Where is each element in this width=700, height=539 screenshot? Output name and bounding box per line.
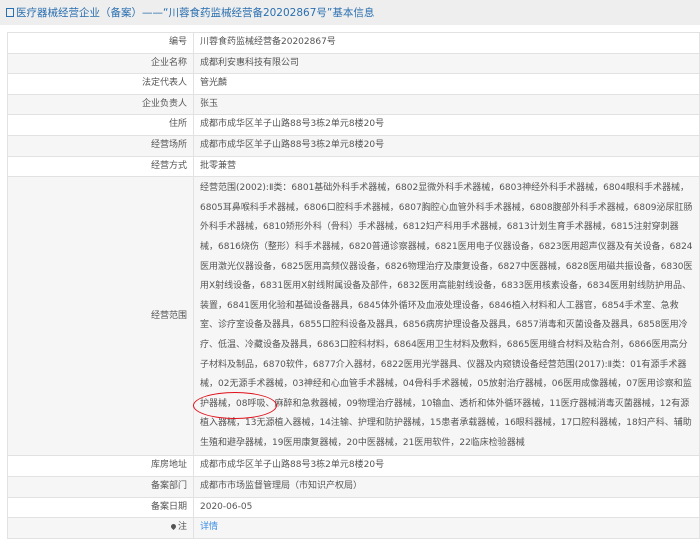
row-label: 备案日期 xyxy=(7,496,194,519)
row-value: 川蓉食药监械经营备20202867号 xyxy=(193,32,700,54)
row-label: 经营范围 xyxy=(7,176,194,457)
row-label: 企业名称 xyxy=(7,52,194,75)
filing-date-value: 2020-06-05 xyxy=(193,496,700,519)
row-label: 编号 xyxy=(7,32,194,54)
table-row: 备案部门 成都市市场监督管理局（市知识产权局） xyxy=(7,476,700,498)
row-label: 库房地址 xyxy=(7,455,194,478)
row-label: 注 xyxy=(7,517,194,539)
table-row: 经营场所 成都市成华区羊子山路88号3栋2单元8楼20号 xyxy=(7,134,700,157)
row-label: 经营方式 xyxy=(7,155,194,178)
row-value: 张玉 xyxy=(193,93,700,116)
table-row: 注 详情 xyxy=(7,517,700,539)
row-value: 成都市成华区羊子山路88号3栋2单元8楼20号 xyxy=(193,455,700,478)
table-row: 企业名称 成都利安惠科技有限公司 xyxy=(7,52,700,75)
row-label: 企业负责人 xyxy=(7,93,194,116)
red-annotation-ellipse xyxy=(193,392,277,419)
page-header: 医疗器械经营企业（备案）——“川蓉食药监械经营备20202867号”基本信息 xyxy=(0,0,700,25)
table-row: 经营方式 批零兼营 xyxy=(7,155,700,178)
table-row: 企业负责人 张玉 xyxy=(7,93,700,116)
pin-icon xyxy=(169,523,178,531)
page-title: 医疗器械经营企业（备案）——“川蓉食药监械经营备20202867号”基本信息 xyxy=(16,7,375,19)
business-scope-value: 经营范围(2002):Ⅱ类：6801基础外科手术器械，6802显微外科手术器械，… xyxy=(193,176,700,457)
table-row: 经营范围 经营范围(2002):Ⅱ类：6801基础外科手术器械，6802显微外科手… xyxy=(7,176,700,457)
table-row: 编号 川蓉食药监械经营备20202867号 xyxy=(7,32,700,54)
row-value: 成都市成华区羊子山路88号3栋2单元8楼20号 xyxy=(193,134,700,157)
row-value: 成都市成华区羊子山路88号3栋2单元8楼20号 xyxy=(193,114,700,136)
info-table: 编号 川蓉食药监械经营备20202867号 企业名称 成都利安惠科技有限公司 法定代… xyxy=(7,32,700,539)
row-value: 成都利安惠科技有限公司 xyxy=(193,52,700,75)
table-row: 备案日期 2020-06-05 xyxy=(7,496,700,519)
row-label: 住所 xyxy=(7,114,194,136)
table-row: 法定代表人 管光麟 xyxy=(7,73,700,95)
details-link[interactable]: 详情 xyxy=(200,522,218,532)
row-label: 法定代表人 xyxy=(7,73,194,95)
note-label: 注 xyxy=(177,522,187,533)
row-label: 备案部门 xyxy=(7,476,194,498)
row-value: 成都市市场监督管理局（市知识产权局） xyxy=(193,476,700,498)
table-row: 住所 成都市成华区羊子山路88号3栋2单元8楼20号 xyxy=(7,114,700,136)
row-value: 批零兼营 xyxy=(193,155,700,178)
row-label: 经营场所 xyxy=(7,134,194,157)
document-icon xyxy=(6,8,14,17)
row-value: 管光麟 xyxy=(193,73,700,95)
table-row: 库房地址 成都市成华区羊子山路88号3栋2单元8楼20号 xyxy=(7,455,700,478)
